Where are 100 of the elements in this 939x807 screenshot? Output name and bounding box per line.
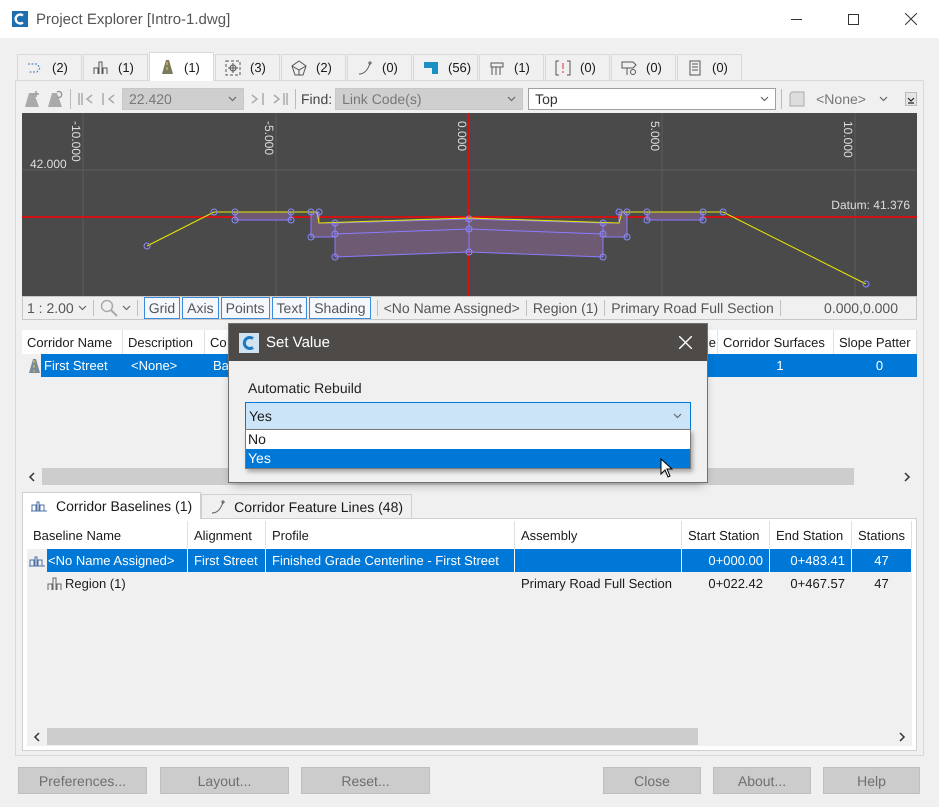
find-label: Find:	[301, 91, 332, 107]
table-cell: Primary Road Full Section	[521, 576, 672, 591]
column-header[interactable]: Baseline Name	[33, 528, 122, 542]
table-cell: 0+000.00	[708, 553, 763, 568]
curve-icon	[210, 498, 226, 514]
table-cell: 0+483.41	[790, 553, 845, 568]
status-field: Primary Road Full Section	[611, 300, 774, 316]
axis-tick-label: -5.000	[262, 121, 276, 156]
dropdown-option[interactable]: No	[246, 430, 690, 449]
target-icon	[225, 60, 241, 76]
zoom-icon	[100, 299, 118, 317]
close-icon	[678, 336, 692, 349]
column-header[interactable]: Slope Patter	[839, 334, 911, 350]
column-header[interactable]: Description	[128, 334, 194, 350]
table-cell: 0	[876, 358, 884, 373]
scroll-right-icon[interactable]	[898, 732, 906, 742]
assembly-icon	[47, 576, 63, 590]
field-label: Automatic Rebuild	[248, 380, 362, 396]
table-cell: 0+467.57	[790, 576, 845, 591]
table-cell: 47	[874, 553, 889, 568]
table-row[interactable]: <No Name Assigned> First Street Finished Grade Centerline - First Street 0+000.00 0+483.41 47	[27, 549, 912, 572]
rebuild-dropdown[interactable]: Yes	[245, 402, 691, 430]
style-dropdown[interactable]: <None>	[810, 88, 894, 110]
datum-label: Datum: 41.376	[831, 198, 910, 212]
column-header[interactable]: Co	[210, 334, 227, 350]
column-header[interactable]: e	[708, 334, 716, 350]
toggle-button[interactable]: Grid	[144, 297, 180, 319]
table-cell: Region (1)	[65, 576, 126, 591]
object-tab[interactable]: (0)	[611, 54, 676, 80]
object-tab[interactable]: (56)	[413, 54, 478, 80]
axis-tick-label: 0.000	[455, 121, 469, 152]
column-header[interactable]: Alignment	[194, 528, 252, 542]
scale-dropdown[interactable]: 1 : 2.00	[27, 300, 87, 316]
column-header[interactable]: Corridor Surfaces	[723, 334, 825, 350]
caret-icon	[78, 305, 87, 311]
object-tab[interactable]: (3)	[215, 54, 280, 80]
object-tab[interactable]: (1)	[479, 54, 544, 80]
column-header[interactable]: Assembly	[521, 528, 578, 542]
signpost-icon	[621, 60, 637, 76]
column-header[interactable]: Start Station	[688, 528, 760, 542]
column-header[interactable]: End Station	[776, 528, 844, 542]
axis-tick-label: 5.000	[648, 121, 662, 152]
layer-icon	[423, 60, 439, 76]
scroll-right-icon[interactable]	[903, 472, 911, 482]
view-dropdown[interactable]: Top	[528, 88, 776, 110]
toggle-button[interactable]: Text	[272, 297, 308, 319]
table-cell: First Street	[194, 553, 258, 568]
assembly-icon	[93, 60, 109, 76]
detail-tab[interactable]: Corridor Baselines (1)	[22, 492, 202, 519]
coordinates: 0.000,0.000	[824, 300, 899, 316]
app-icon	[239, 332, 259, 352]
detail-tab[interactable]: Corridor Feature Lines (48)	[201, 494, 412, 518]
object-tab[interactable]: (1)	[149, 52, 214, 81]
structure-icon	[489, 60, 505, 76]
object-tab[interactable]: (0)	[677, 54, 742, 80]
table-cell: First Street	[44, 358, 108, 373]
overflow-icon[interactable]	[905, 92, 917, 106]
axis-tick-label: 42.000	[30, 157, 67, 171]
object-tab[interactable]: (0)	[347, 54, 412, 80]
dropdown-option[interactable]: Yes	[246, 449, 690, 468]
dialog-title: Set Value	[266, 334, 331, 351]
table-cell: 0+022.42	[708, 576, 763, 591]
scroll-left-icon[interactable]	[33, 732, 41, 742]
object-tab[interactable]: (0)	[545, 54, 610, 80]
toggle-button[interactable]: Axis	[182, 297, 219, 319]
cube-icon	[787, 89, 808, 109]
road-icon	[26, 358, 42, 374]
table-cell: Ba	[213, 358, 229, 373]
column-header[interactable]: Stations	[858, 528, 905, 542]
app-icon	[12, 11, 28, 27]
toggle-button[interactable]: Points	[220, 297, 270, 319]
table-cell: 1	[776, 358, 784, 373]
table-row[interactable]: Region (1) Primary Road Full Section 0+022.42 0+467.57 47	[27, 572, 912, 595]
table-cell: <No Name Assigned>	[48, 553, 174, 568]
scrollbar-thumb[interactable]	[47, 728, 698, 745]
caret-icon	[879, 96, 888, 102]
object-tab[interactable]: (2)	[17, 54, 82, 80]
caret-icon	[760, 96, 770, 102]
axis-tick-label: 10.000	[841, 121, 855, 158]
scroll-left-icon[interactable]	[28, 472, 36, 482]
baseline-icon	[31, 500, 48, 512]
object-tab[interactable]: (2)	[281, 54, 346, 80]
table-cell: 47	[874, 576, 889, 591]
maximize-icon[interactable]	[848, 14, 859, 24]
status-field: Region (1)	[532, 300, 598, 316]
table-cell: Finished Grade Centerline - First Street	[272, 553, 499, 568]
baseline-icon	[29, 554, 46, 566]
table-cell: <None>	[131, 358, 178, 373]
caret-icon	[122, 305, 131, 311]
close-icon[interactable]	[904, 13, 916, 25]
caret-icon	[673, 413, 682, 419]
column-header[interactable]: Corridor Name	[27, 334, 112, 350]
caret-icon	[507, 96, 516, 102]
column-header[interactable]: Profile	[272, 528, 309, 542]
curve-icon	[357, 60, 373, 76]
toggle-button[interactable]: Shading	[309, 297, 371, 319]
object-tab[interactable]: (1)	[83, 54, 148, 80]
road-icon	[159, 59, 175, 75]
document-icon	[687, 60, 703, 76]
window-title: Project Explorer [Intro-1.dwg]	[36, 10, 232, 28]
